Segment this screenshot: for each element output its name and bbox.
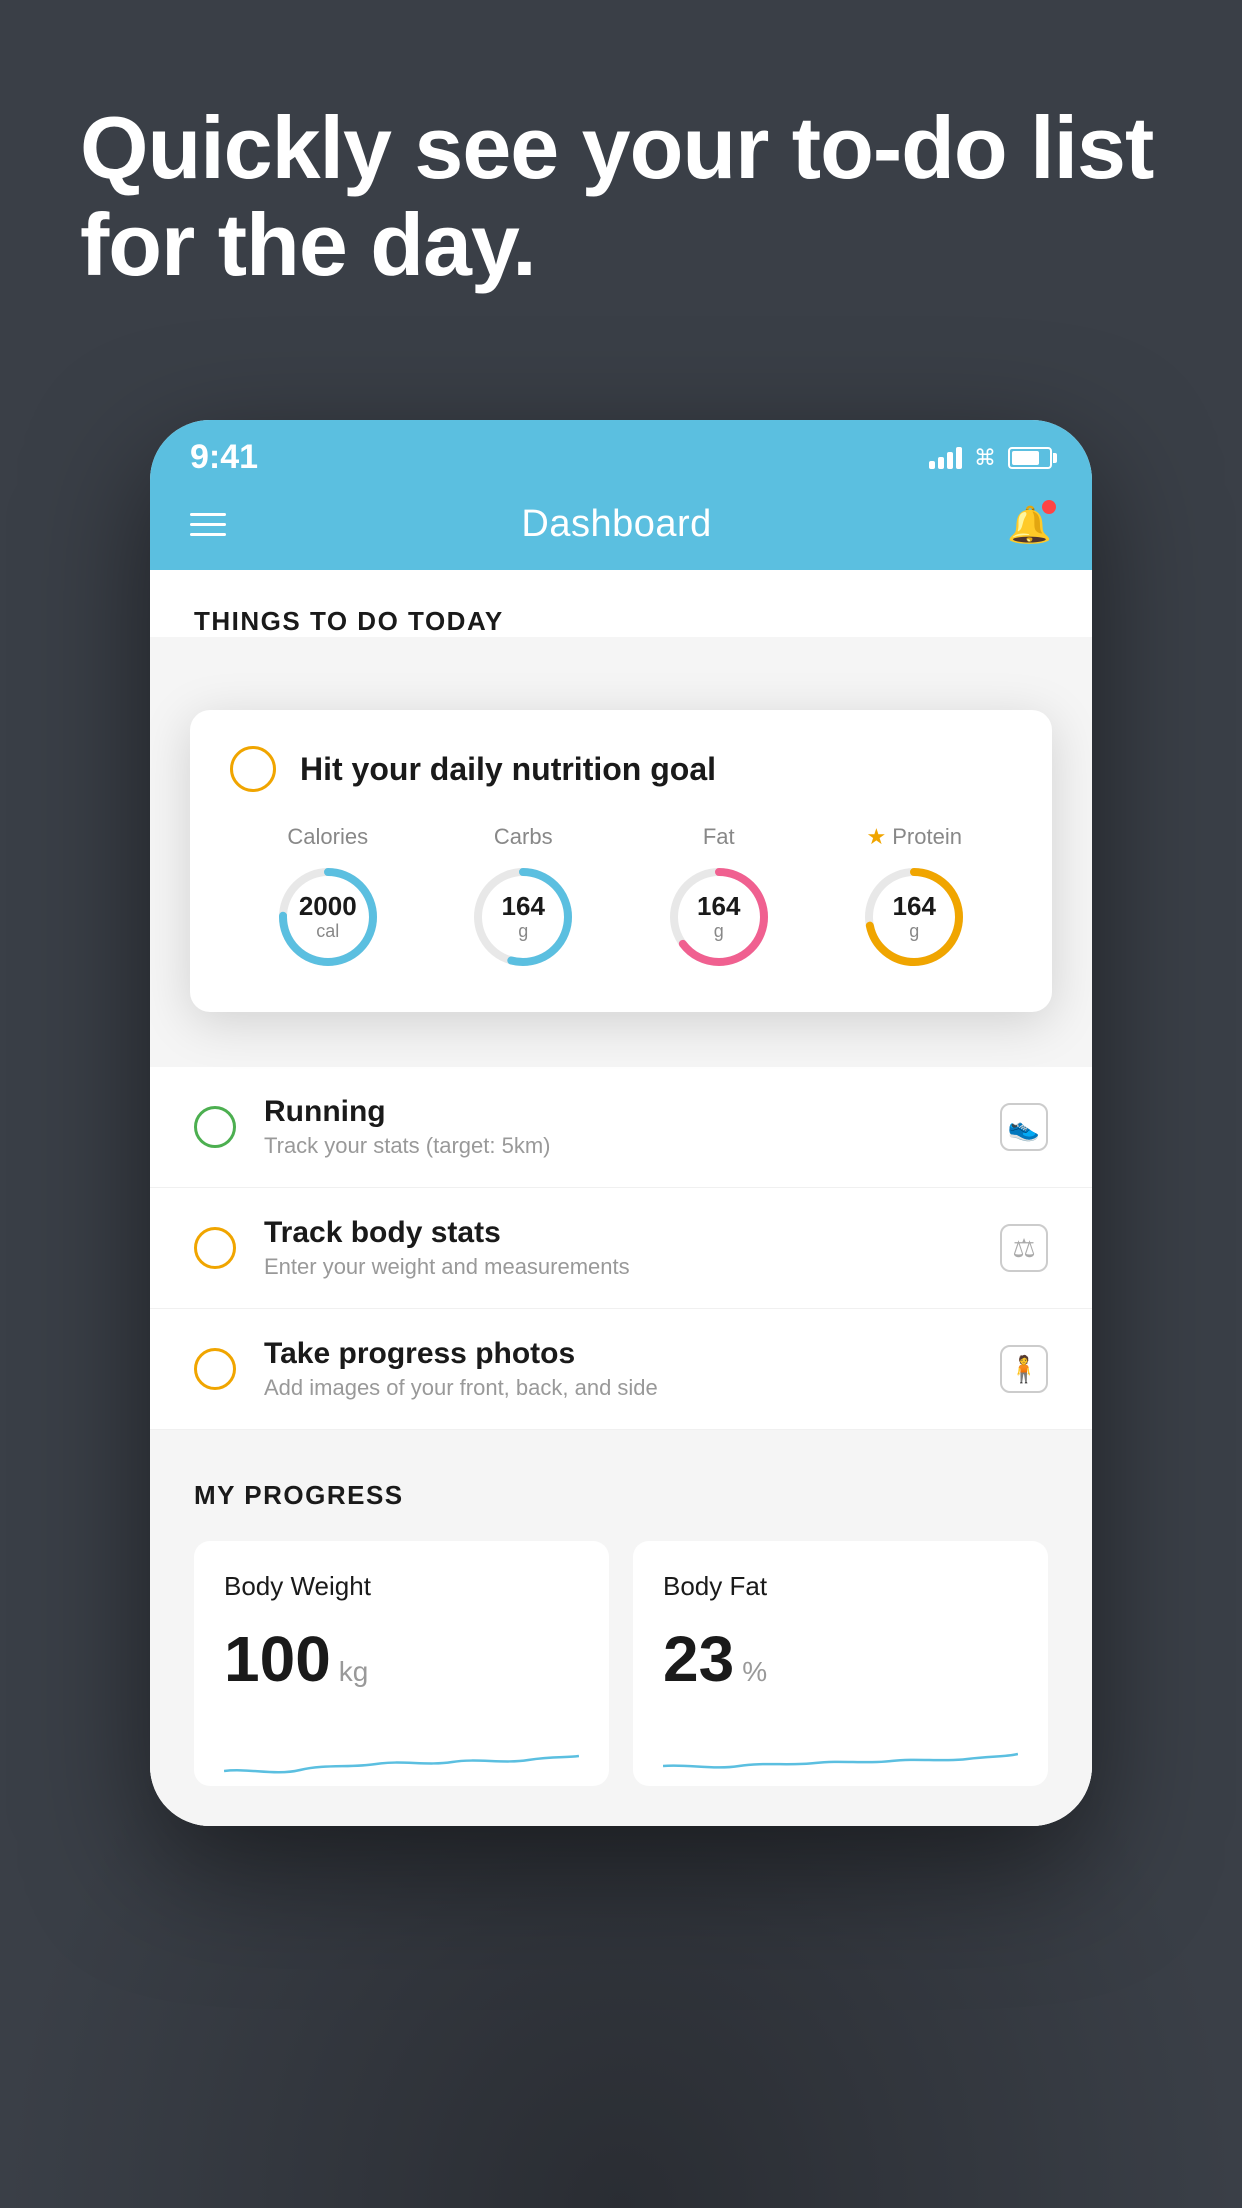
progress-section: MY PROGRESS Body Weight 100 kg bbox=[150, 1430, 1092, 1826]
body-weight-title: Body Weight bbox=[224, 1571, 579, 1602]
body-fat-value: 23 bbox=[663, 1622, 734, 1696]
body-stats-name: Track body stats bbox=[264, 1216, 972, 1250]
body-stats-desc: Enter your weight and measurements bbox=[264, 1254, 972, 1280]
calories-unit: cal bbox=[299, 921, 357, 942]
body-weight-card: Body Weight 100 kg bbox=[194, 1541, 609, 1786]
protein-label: ★ Protein bbox=[867, 824, 962, 850]
status-bar: 9:41 ⌘ bbox=[150, 420, 1092, 487]
progress-cards: Body Weight 100 kg Body Fat 23 bbox=[194, 1541, 1048, 1786]
progress-title: MY PROGRESS bbox=[194, 1480, 1048, 1511]
carbs-label: Carbs bbox=[494, 824, 553, 850]
calories-circle: 2000 cal bbox=[273, 862, 383, 972]
calories-label: Calories bbox=[287, 824, 368, 850]
bell-icon[interactable]: 🔔 bbox=[1007, 504, 1052, 546]
status-time: 9:41 bbox=[190, 438, 258, 477]
carbs-circle: 164 g bbox=[468, 862, 578, 972]
navbar: Dashboard 🔔 bbox=[150, 487, 1092, 570]
photos-checkbox[interactable] bbox=[194, 1348, 236, 1390]
photos-text: Take progress photos Add images of your … bbox=[264, 1337, 972, 1401]
running-name: Running bbox=[264, 1095, 972, 1129]
body-stats-checkbox[interactable] bbox=[194, 1227, 236, 1269]
notification-dot bbox=[1042, 500, 1056, 514]
nutrition-calories: Calories 2000 cal bbox=[273, 824, 383, 972]
things-section-title: THINGS TO DO TODAY bbox=[194, 606, 1048, 637]
todo-list: Running Track your stats (target: 5km) 👟… bbox=[150, 1067, 1092, 1430]
photos-name: Take progress photos bbox=[264, 1337, 972, 1371]
body-weight-value-row: 100 kg bbox=[224, 1622, 579, 1696]
fat-label: Fat bbox=[703, 824, 735, 850]
carbs-value: 164 bbox=[502, 892, 545, 921]
nutrition-checkbox[interactable] bbox=[230, 746, 276, 792]
body-stats-text: Track body stats Enter your weight and m… bbox=[264, 1216, 972, 1280]
running-text: Running Track your stats (target: 5km) bbox=[264, 1095, 972, 1159]
carbs-unit: g bbox=[502, 921, 545, 942]
person-icon: 🧍 bbox=[1000, 1345, 1048, 1393]
calories-value: 2000 bbox=[299, 892, 357, 921]
main-content: THINGS TO DO TODAY Hit your daily nutrit… bbox=[150, 570, 1092, 1826]
body-weight-value: 100 bbox=[224, 1622, 331, 1696]
card-title: Hit your daily nutrition goal bbox=[300, 751, 716, 788]
floating-nutrition-card: Hit your daily nutrition goal Calories 2… bbox=[190, 710, 1052, 1012]
fat-circle: 164 g bbox=[664, 862, 774, 972]
nutrition-grid: Calories 2000 cal Carbs bbox=[230, 824, 1012, 972]
protein-value: 164 bbox=[893, 892, 936, 921]
things-section: THINGS TO DO TODAY bbox=[150, 570, 1092, 637]
todo-item-photos[interactable]: Take progress photos Add images of your … bbox=[150, 1309, 1092, 1430]
body-fat-unit: % bbox=[742, 1656, 767, 1688]
running-checkbox[interactable] bbox=[194, 1106, 236, 1148]
protein-unit: g bbox=[893, 921, 936, 942]
body-weight-chart bbox=[224, 1726, 579, 1786]
body-fat-card: Body Fat 23 % bbox=[633, 1541, 1048, 1786]
battery-icon bbox=[1008, 447, 1052, 469]
scale-icon: ⚖ bbox=[1000, 1224, 1048, 1272]
fat-unit: g bbox=[697, 921, 740, 942]
nutrition-fat: Fat 164 g bbox=[664, 824, 774, 972]
card-header: Hit your daily nutrition goal bbox=[230, 746, 1012, 792]
body-fat-value-row: 23 % bbox=[663, 1622, 1018, 1696]
body-fat-title: Body Fat bbox=[663, 1571, 1018, 1602]
nutrition-protein: ★ Protein 164 g bbox=[859, 824, 969, 972]
body-fat-chart bbox=[663, 1726, 1018, 1786]
signal-icon bbox=[929, 447, 962, 469]
status-icons: ⌘ bbox=[929, 445, 1052, 471]
fat-value: 164 bbox=[697, 892, 740, 921]
navbar-title: Dashboard bbox=[521, 503, 711, 546]
hero-headline: Quickly see your to-do list for the day. bbox=[80, 100, 1162, 294]
body-weight-unit: kg bbox=[339, 1656, 369, 1688]
hamburger-menu-icon[interactable] bbox=[190, 513, 226, 536]
protein-circle: 164 g bbox=[859, 862, 969, 972]
star-icon: ★ bbox=[867, 824, 887, 850]
todo-item-body-stats[interactable]: Track body stats Enter your weight and m… bbox=[150, 1188, 1092, 1309]
hero-section: Quickly see your to-do list for the day. bbox=[80, 100, 1162, 294]
phone-mockup: 9:41 ⌘ Dashboard 🔔 bbox=[150, 420, 1092, 1826]
todo-item-running[interactable]: Running Track your stats (target: 5km) 👟 bbox=[150, 1067, 1092, 1188]
shoe-icon: 👟 bbox=[1000, 1103, 1048, 1151]
running-desc: Track your stats (target: 5km) bbox=[264, 1133, 972, 1159]
photos-desc: Add images of your front, back, and side bbox=[264, 1375, 972, 1401]
wifi-icon: ⌘ bbox=[974, 445, 996, 471]
nutrition-carbs: Carbs 164 g bbox=[468, 824, 578, 972]
